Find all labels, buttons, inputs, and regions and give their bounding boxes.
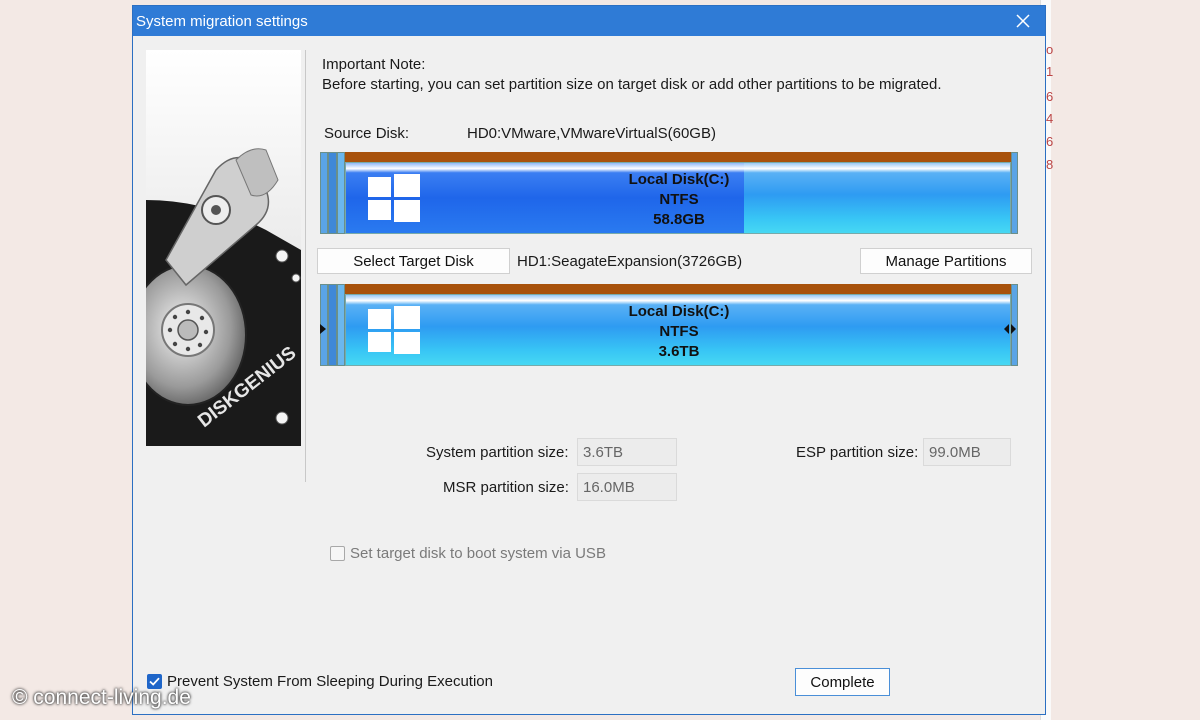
select-target-disk-button[interactable]: Select Target Disk <box>317 248 510 274</box>
dialog-title: System migration settings <box>136 13 308 30</box>
vertical-separator <box>305 50 306 482</box>
partition-segment[interactable] <box>328 284 337 366</box>
watermark: © connect-living.de <box>12 686 191 709</box>
title-bar[interactable]: System migration settings <box>133 6 1045 36</box>
background-glyph: 6 <box>1046 134 1054 149</box>
close-icon <box>1016 14 1030 28</box>
background-glyph: 8 <box>1046 157 1054 172</box>
partition-header-line <box>320 284 1018 294</box>
background-glyph: 4 <box>1046 111 1054 126</box>
esp-partition-size-label: ESP partition size: <box>796 444 919 461</box>
note-heading: Important Note: <box>322 56 426 73</box>
partition-name: Local Disk(C:) <box>628 303 730 320</box>
complete-button[interactable]: Complete <box>795 668 890 696</box>
partition-filesystem: NTFS <box>659 323 699 340</box>
partition-segment[interactable] <box>1011 152 1018 234</box>
partition-filesystem: NTFS <box>659 191 699 208</box>
partition-header-line <box>320 152 1018 162</box>
source-disk-map[interactable]: Local Disk(C:) NTFS 58.8GB <box>320 152 1018 234</box>
note-body: Before starting, you can set partition s… <box>322 76 942 93</box>
partition-segment[interactable] <box>320 152 328 234</box>
source-disk-label: Source Disk: <box>324 125 410 142</box>
target-disk-map[interactable]: Local Disk(C:) NTFS 3.6TB <box>320 284 1018 366</box>
background-left <box>0 0 131 720</box>
background-right <box>1047 0 1200 720</box>
system-migration-dialog: System migration settings DISKGENIUS Imp… <box>132 5 1046 715</box>
msr-partition-size-label: MSR partition size: <box>443 479 569 496</box>
source-disk-name: HD0:VMware,VMwareVirtualS(60GB) <box>467 125 716 142</box>
background-glyph: 6 <box>1046 89 1054 104</box>
partition-name: Local Disk(C:) <box>628 171 730 188</box>
partition-segment[interactable] <box>328 152 337 234</box>
system-partition-size-field[interactable]: 3.6TB <box>577 438 677 466</box>
partition-size: 3.6TB <box>658 343 700 360</box>
target-partition-c[interactable]: Local Disk(C:) NTFS 3.6TB <box>345 294 1011 366</box>
close-button[interactable] <box>1013 11 1033 31</box>
source-partition-c[interactable]: Local Disk(C:) NTFS 58.8GB <box>345 162 1011 234</box>
esp-partition-size-field[interactable]: 99.0MB <box>923 438 1011 466</box>
usb-boot-label: Set target disk to boot system via USB <box>350 545 606 562</box>
background-glyph: o <box>1046 42 1054 57</box>
usb-boot-checkbox[interactable] <box>330 546 345 561</box>
diskgenius-logo: DISKGENIUS <box>146 50 301 446</box>
msr-partition-size-field[interactable]: 16.0MB <box>577 473 677 501</box>
partition-segment[interactable] <box>337 152 345 234</box>
manage-partitions-button[interactable]: Manage Partitions <box>860 248 1032 274</box>
resize-left-handle-icon[interactable] <box>319 323 327 335</box>
partition-segment[interactable] <box>337 284 345 366</box>
prevent-sleep-label: Prevent System From Sleeping During Exec… <box>167 673 493 690</box>
target-disk-name: HD1:SeagateExpansion(3726GB) <box>517 253 743 270</box>
partition-size: 58.8GB <box>653 211 705 228</box>
background-glyph: 1 <box>1046 64 1054 79</box>
system-partition-size-label: System partition size: <box>426 444 569 461</box>
resize-right-handle-icon[interactable] <box>1003 323 1017 335</box>
